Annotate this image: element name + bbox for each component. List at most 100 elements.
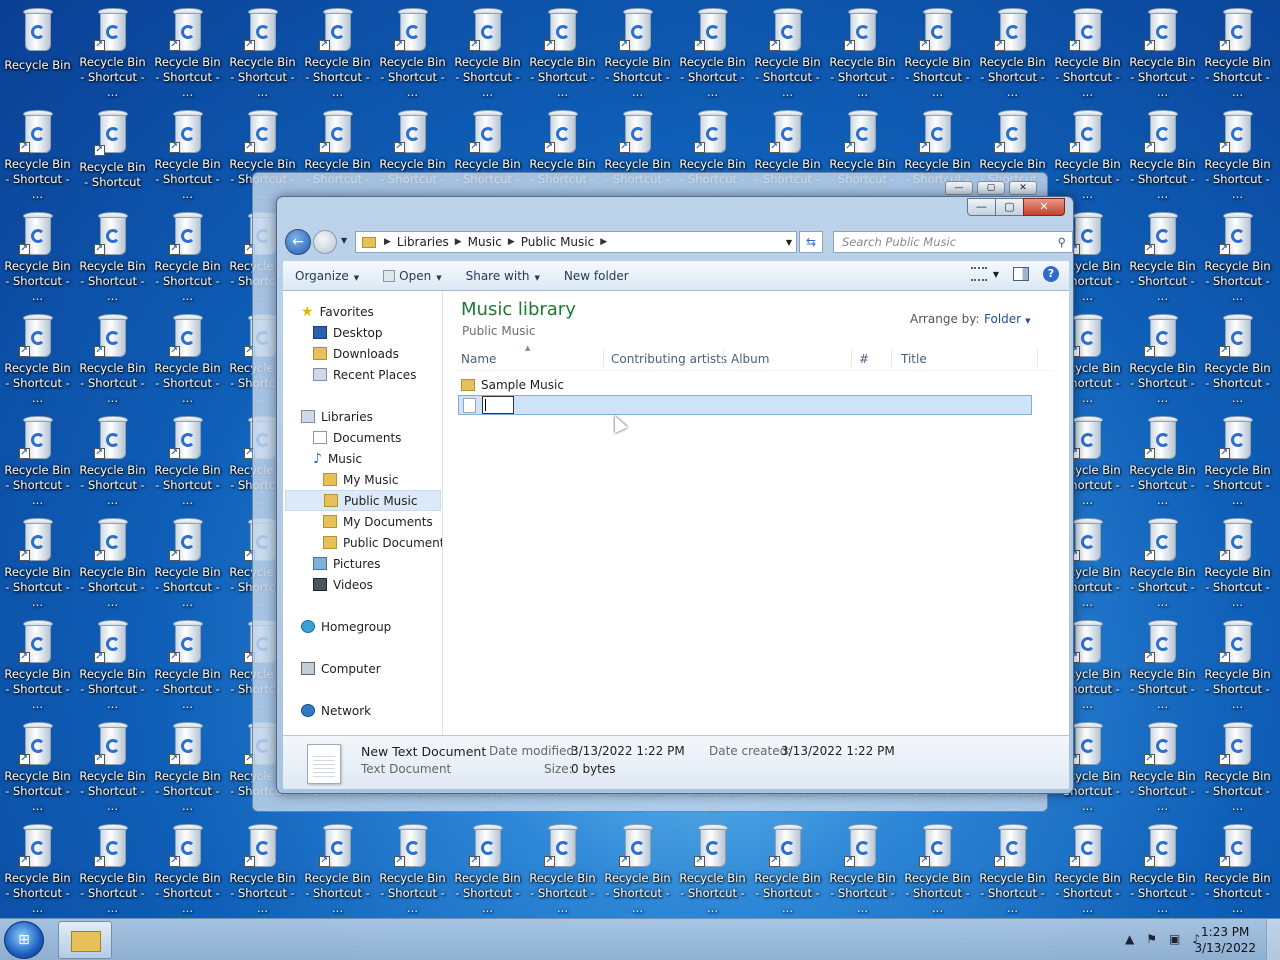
rename-input[interactable] (482, 396, 514, 414)
desktop-icon-recycle-bin-shortcut[interactable]: ↗Recycle Bin - Shortcut - ... (0, 306, 75, 406)
desktop-icon-recycle-bin-shortcut[interactable]: ↗Recycle Bin - Shortcut - ... (525, 0, 600, 100)
desktop-icon-recycle-bin-shortcut[interactable]: ↗Recycle Bin - Shortcut - ... (0, 204, 75, 304)
action-center-flag-icon[interactable]: ⚑ (1146, 932, 1157, 946)
background-close-button[interactable]: ✕ (1009, 181, 1037, 195)
desktop-icon-recycle-bin-shortcut[interactable]: ↗Recycle Bin - Shortcut - ... (1125, 408, 1200, 508)
desktop-icon-recycle-bin-shortcut[interactable]: ↗Recycle Bin - Shortcut - ... (1200, 612, 1275, 712)
nav-computer[interactable]: Computer (301, 658, 381, 679)
chevron-right-icon[interactable]: ▶ (508, 237, 515, 247)
desktop-icon-recycle-bin-shortcut[interactable]: ↗ Recycle Bin - Shortcut (75, 102, 150, 202)
desktop-icon-recycle-bin-shortcut[interactable]: ↗Recycle Bin - Shortcut - ... (0, 816, 75, 916)
view-dropdown-icon[interactable]: ▼ (993, 270, 999, 279)
desktop-icon-recycle-bin-shortcut[interactable]: ↗Recycle Bin - Shortcut - ... (975, 816, 1050, 916)
maximize-button[interactable]: ▢ (995, 198, 1024, 216)
refresh-button[interactable]: ⇆ (799, 231, 823, 253)
nav-public-documents[interactable]: Public Documents (323, 532, 442, 553)
desktop-icon-recycle-bin-shortcut[interactable]: ↗Recycle Bin - Shortcut - ... (1200, 714, 1275, 814)
nav-music[interactable]: ♪ Music (313, 448, 362, 469)
desktop-icon-recycle-bin-shortcut[interactable]: ↗Recycle Bin - Shortcut - ... (75, 714, 150, 814)
chevron-right-icon[interactable]: ▶ (455, 237, 462, 247)
nav-documents[interactable]: Documents (313, 427, 401, 448)
desktop-icon-recycle-bin-shortcut[interactable]: ↗Recycle Bin - Shortcut - ... (675, 0, 750, 100)
minimize-button[interactable]: — (967, 198, 996, 216)
desktop-icon-recycle-bin-shortcut[interactable]: ↗Recycle Bin - Shortcut - ... (1125, 0, 1200, 100)
desktop-icon-recycle-bin-shortcut[interactable]: ↗Recycle Bin - Shortcut - ... (1050, 102, 1125, 202)
nav-pictures[interactable]: Pictures (313, 553, 381, 574)
breadcrumb-libraries[interactable]: Libraries (397, 235, 449, 249)
help-icon[interactable]: ? (1043, 266, 1059, 282)
nav-my-documents[interactable]: My Documents (323, 511, 433, 532)
desktop-icon-recycle-bin-shortcut[interactable]: ↗Recycle Bin - Shortcut - ... (1200, 204, 1275, 304)
column-divider[interactable] (1037, 349, 1038, 367)
column-divider[interactable] (603, 349, 604, 367)
nav-libraries[interactable]: Libraries (301, 406, 373, 427)
desktop-icon-recycle-bin-shortcut[interactable]: ↗Recycle Bin - Shortcut - ... (975, 0, 1050, 100)
breadcrumb-public-music[interactable]: Public Music (521, 235, 594, 249)
background-minimize-button[interactable]: — (945, 181, 973, 195)
desktop-icon-recycle-bin-shortcut[interactable]: ↗Recycle Bin - Shortcut - ... (1200, 306, 1275, 406)
desktop-icon-recycle-bin-shortcut[interactable]: ↗Recycle Bin - Shortcut - ... (1125, 306, 1200, 406)
column-album[interactable]: Album (731, 352, 769, 366)
desktop-icon-recycle-bin-shortcut[interactable]: ↗Recycle Bin - Shortcut - ... (0, 510, 75, 610)
chevron-right-icon[interactable]: ▶ (600, 237, 607, 247)
desktop-icon-recycle-bin-shortcut[interactable]: ↗Recycle Bin - Shortcut - ... (75, 408, 150, 508)
forward-button[interactable] (313, 230, 337, 254)
nav-homegroup[interactable]: Homegroup (301, 616, 391, 637)
nav-my-music[interactable]: My Music (323, 469, 398, 490)
file-row-renaming[interactable] (458, 395, 1032, 415)
desktop-icon-recycle-bin-shortcut[interactable]: ↗Recycle Bin - Shortcut - ... (450, 816, 525, 916)
desktop-icon-recycle-bin-shortcut[interactable]: ↗Recycle Bin - Shortcut - ... (750, 816, 825, 916)
open-button[interactable]: Open ▼ (371, 269, 453, 283)
preview-pane-icon[interactable] (1013, 267, 1029, 281)
desktop-icon-recycle-bin-shortcut[interactable]: ↗Recycle Bin - Shortcut - ... (75, 816, 150, 916)
show-desktop-button[interactable] (1266, 919, 1280, 960)
share-with-button[interactable]: Share with ▼ (454, 269, 552, 283)
desktop-icon-recycle-bin-shortcut[interactable]: ↗Recycle Bin - Shortcut - ... (1200, 510, 1275, 610)
column-divider[interactable] (723, 349, 724, 367)
desktop-icon-recycle-bin-shortcut[interactable]: ↗Recycle Bin - Shortcut - ... (825, 0, 900, 100)
taskbar-explorer-button[interactable] (58, 921, 112, 959)
desktop-icon-recycle-bin-shortcut[interactable]: ↗Recycle Bin - Shortcut - ... (300, 0, 375, 100)
desktop-icon-recycle-bin-shortcut[interactable]: ↗Recycle Bin - Shortcut - ... (1200, 0, 1275, 100)
desktop-icon-recycle-bin-shortcut[interactable]: ↗Recycle Bin - Shortcut - ... (1125, 714, 1200, 814)
desktop-icon-recycle-bin-shortcut[interactable]: ↗Recycle Bin - Shortcut - ... (75, 306, 150, 406)
desktop-icon-recycle-bin-shortcut[interactable]: ↗Recycle Bin - Shortcut - ... (0, 612, 75, 712)
background-maximize-button[interactable]: ▢ (977, 181, 1005, 195)
column-name[interactable]: Name (461, 352, 496, 366)
nav-public-music[interactable]: Public Music (285, 490, 441, 511)
nav-desktop[interactable]: Desktop (313, 322, 383, 343)
breadcrumb-music[interactable]: Music (468, 235, 502, 249)
nav-downloads[interactable]: Downloads (313, 343, 399, 364)
organize-button[interactable]: Organize ▼ (283, 269, 371, 283)
desktop-icon-recycle-bin-shortcut[interactable]: ↗Recycle Bin - Shortcut - ... (1125, 612, 1200, 712)
desktop-icon-recycle-bin-shortcut[interactable]: ↗Recycle Bin - Shortcut - ... (1125, 510, 1200, 610)
desktop-icon-recycle-bin[interactable]: Recycle Bin (0, 0, 75, 100)
desktop-icon-recycle-bin-shortcut[interactable]: ↗Recycle Bin - Shortcut - ... (900, 0, 975, 100)
nav-network[interactable]: Network (301, 700, 371, 721)
column-title[interactable]: Title (901, 352, 927, 366)
desktop-icon-recycle-bin-shortcut[interactable]: ↗Recycle Bin - Shortcut - ... (150, 612, 225, 712)
search-icon[interactable]: ⚲ (1058, 232, 1066, 252)
desktop-icon-recycle-bin-shortcut[interactable]: ↗Recycle Bin - Shortcut - ... (150, 510, 225, 610)
desktop-icon-recycle-bin-shortcut[interactable]: ↗Recycle Bin - Shortcut - ... (675, 816, 750, 916)
nav-recent-places[interactable]: Recent Places (313, 364, 416, 385)
desktop-icon-recycle-bin-shortcut[interactable]: ↗Recycle Bin - Shortcut - ... (600, 816, 675, 916)
search-input[interactable]: Search Public Music ⚲ (833, 231, 1073, 253)
close-button[interactable]: ✕ (1023, 198, 1065, 216)
desktop-icon-recycle-bin-shortcut[interactable]: ↗Recycle Bin - Shortcut - ... (900, 816, 975, 916)
column-contributing-artists[interactable]: Contributing artists (611, 352, 727, 366)
network-status-icon[interactable]: ▣ (1169, 932, 1180, 946)
desktop-icon-recycle-bin-shortcut[interactable]: ↗Recycle Bin - Shortcut - ... (0, 408, 75, 508)
desktop-icon-recycle-bin-shortcut[interactable]: ↗Recycle Bin - Shortcut - ... (1050, 816, 1125, 916)
address-dropdown-icon[interactable]: ▼ (786, 238, 792, 247)
desktop-icon-recycle-bin-shortcut[interactable]: ↗Recycle Bin - Shortcut - ... (75, 612, 150, 712)
desktop-icon-recycle-bin-shortcut[interactable]: ↗Recycle Bin - Shortcut - ... (75, 0, 150, 100)
desktop-icon-recycle-bin-shortcut[interactable]: ↗Recycle Bin - Shortcut - ... (75, 510, 150, 610)
clock[interactable]: 1:23 PM 3/13/2022 (1194, 924, 1256, 956)
desktop-icon-recycle-bin-shortcut[interactable]: ↗Recycle Bin - Shortcut - ... (1200, 816, 1275, 916)
desktop-icon-recycle-bin-shortcut[interactable]: ↗Recycle Bin - Shortcut - ... (150, 816, 225, 916)
show-hidden-icons-icon[interactable]: ▲ (1125, 932, 1134, 946)
nav-favorites[interactable]: ★ Favorites (301, 301, 374, 322)
desktop-icon-recycle-bin-shortcut[interactable]: ↗Recycle Bin - Shortcut - ... (375, 0, 450, 100)
column-number[interactable]: # (859, 352, 869, 366)
